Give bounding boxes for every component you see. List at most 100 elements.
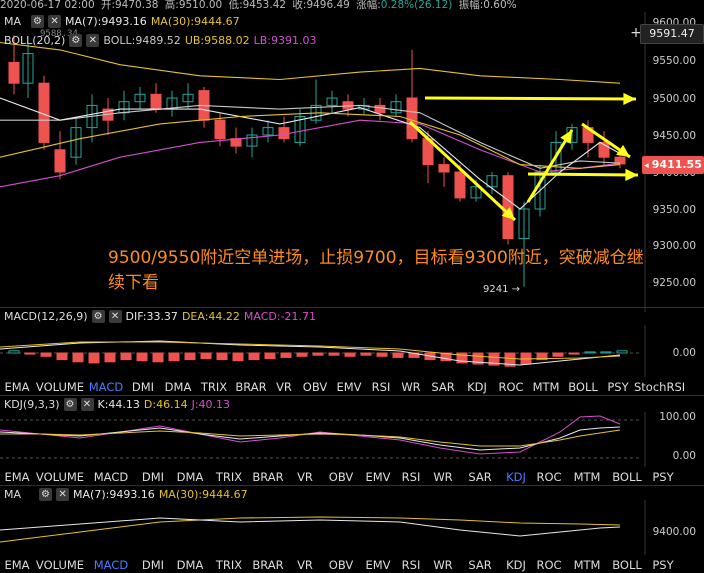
macd-histogram-bar <box>232 352 244 362</box>
close-icon[interactable]: ✕ <box>108 310 122 323</box>
tab-wr[interactable]: WR <box>426 558 460 572</box>
price-axis-tick: 9550.00 <box>652 55 696 67</box>
close-icon[interactable]: ✕ <box>80 398 94 411</box>
tab-psy[interactable]: PSY <box>646 558 680 572</box>
tab-wr[interactable]: WR <box>396 380 426 394</box>
tab-vr[interactable]: VR <box>288 470 322 484</box>
tab-ema[interactable]: EMA <box>0 558 34 572</box>
macd-histogram-bar <box>296 352 308 357</box>
tab-dma[interactable]: DMA <box>170 470 210 484</box>
dea-value: DEA:44.22 <box>181 309 240 323</box>
tab-dmi[interactable]: DMI <box>136 558 170 572</box>
tab-obv[interactable]: OBV <box>322 558 360 572</box>
settings-icon[interactable]: ⚙ <box>39 488 53 501</box>
tab-mtm[interactable]: MTM <box>566 558 608 572</box>
macd-histogram-bar <box>136 352 148 362</box>
tab-dma[interactable]: DMA <box>160 380 196 394</box>
tab-kdj[interactable]: KDJ <box>500 470 532 484</box>
change-label: 涨幅: <box>356 0 381 11</box>
settings-icon[interactable]: ⚙ <box>69 34 83 47</box>
tab-emv[interactable]: EMV <box>332 380 366 394</box>
tab-macd[interactable]: MACD <box>86 470 136 484</box>
tab-emv[interactable]: EMV <box>360 470 396 484</box>
low-value: 低:9453.42 <box>228 0 287 11</box>
kdj-axis-tick-100: 100.00 <box>659 411 696 423</box>
tab-kdj[interactable]: KDJ <box>500 558 532 572</box>
ma-axis-tick: 9400.00 <box>652 526 696 538</box>
candle-body <box>454 171 466 199</box>
tab-brar[interactable]: BRAR <box>248 470 288 484</box>
tab-boll[interactable]: BOLL <box>608 558 646 572</box>
close-icon[interactable]: ✕ <box>86 34 100 47</box>
close-icon[interactable]: ✕ <box>56 488 70 501</box>
bar-date: 2020-06-17 02:00 <box>0 0 95 11</box>
tab-emv[interactable]: EMV <box>360 558 396 572</box>
tab-psy[interactable]: PSY <box>646 470 680 484</box>
tab-roc[interactable]: ROC <box>532 558 566 572</box>
macd-histogram-bar <box>568 352 580 355</box>
macd-histogram-bar <box>328 352 340 356</box>
tab-trix[interactable]: TRIX <box>196 380 232 394</box>
macd-legend: MACD(12,26,9) ⚙ ✕ DIF:33.37 DEA:44.22 MA… <box>4 309 316 324</box>
tab-volume[interactable]: VOLUME <box>34 470 86 484</box>
tab-roc[interactable]: ROC <box>494 380 528 394</box>
candle-body <box>374 104 386 114</box>
tab-dma[interactable]: DMA <box>170 558 210 572</box>
tab-rsi[interactable]: RSI <box>396 470 426 484</box>
price-axis-tick: 9450.00 <box>652 130 696 142</box>
tab-dmi[interactable]: DMI <box>126 380 160 394</box>
tab-macd[interactable]: MACD <box>86 380 126 394</box>
tab-sar[interactable]: SAR <box>460 470 500 484</box>
tab-obv[interactable]: OBV <box>322 470 360 484</box>
macd-histogram-bar <box>600 351 612 354</box>
tab-vr[interactable]: VR <box>288 558 322 572</box>
settings-icon[interactable]: ⚙ <box>63 398 77 411</box>
tab-ema[interactable]: EMA <box>0 380 34 394</box>
tab-volume[interactable]: VOLUME <box>34 380 86 394</box>
tab-mtm[interactable]: MTM <box>566 470 608 484</box>
ma-chart[interactable] <box>0 500 704 555</box>
settings-icon[interactable]: ⚙ <box>91 310 105 323</box>
tab-rsi[interactable]: RSI <box>396 558 426 572</box>
tab-mtm[interactable]: MTM <box>528 380 564 394</box>
boll-value: BOLL:9489.52 <box>103 33 181 47</box>
tab-boll[interactable]: BOLL <box>564 380 602 394</box>
tab-brar[interactable]: BRAR <box>232 380 270 394</box>
boll-lower-band <box>0 119 621 188</box>
tab-obv[interactable]: OBV <box>298 380 332 394</box>
ma-panel-legend: MA ⚙ ✕ MA(7):9493.16 MA(30):9444.67 <box>4 487 248 502</box>
tab-sar[interactable]: SAR <box>426 380 460 394</box>
boll-legend: BOLL(20,2) ⚙ ✕ BOLL:9489.52 UB:9588.02 L… <box>4 33 316 48</box>
tab-macd[interactable]: MACD <box>86 558 136 572</box>
tab-vr[interactable]: VR <box>270 380 298 394</box>
low-price-marker: 9241 → <box>483 284 521 295</box>
boll-label: BOLL(20,2) <box>4 33 66 47</box>
tab-sar[interactable]: SAR <box>460 558 500 572</box>
dif-value: DIF:33.37 <box>125 309 178 323</box>
macd-chart[interactable] <box>0 325 704 377</box>
tab-psy[interactable]: PSY <box>602 380 634 394</box>
tab-trix[interactable]: TRIX <box>210 470 248 484</box>
indicator-tabs-2: EMA VOLUME MACD DMI DMA TRIX BRAR VR OBV EMV RSI WR… <box>0 468 680 485</box>
tab-dmi[interactable]: DMI <box>136 470 170 484</box>
boll-upper-band <box>0 41 621 84</box>
ma30-line <box>0 112 621 169</box>
high-value: 高:9510.00 <box>164 0 223 11</box>
price-axis-tick: 9500.00 <box>652 93 696 105</box>
ohlc-info-bar: 2020-06-17 02:00 开:9470.38 高:9510.00 低:9… <box>0 0 704 12</box>
tab-roc[interactable]: ROC <box>532 470 566 484</box>
tab-wr[interactable]: WR <box>426 470 460 484</box>
panel-divider <box>0 307 704 308</box>
ma-panel-ma30: MA(30):9444.67 <box>158 487 248 501</box>
tab-volume[interactable]: VOLUME <box>34 558 86 572</box>
tab-boll[interactable]: BOLL <box>608 470 646 484</box>
tab-ema[interactable]: EMA <box>0 470 34 484</box>
annotation-arrowhead <box>625 168 638 181</box>
tab-stochrsi[interactable]: StochRSI <box>634 380 685 394</box>
ma-label: MA <box>4 14 22 28</box>
tab-trix[interactable]: TRIX <box>210 558 248 572</box>
tab-brar[interactable]: BRAR <box>248 558 288 572</box>
tab-rsi[interactable]: RSI <box>366 380 396 394</box>
kdj-chart[interactable] <box>0 412 704 467</box>
tab-kdj[interactable]: KDJ <box>460 380 494 394</box>
